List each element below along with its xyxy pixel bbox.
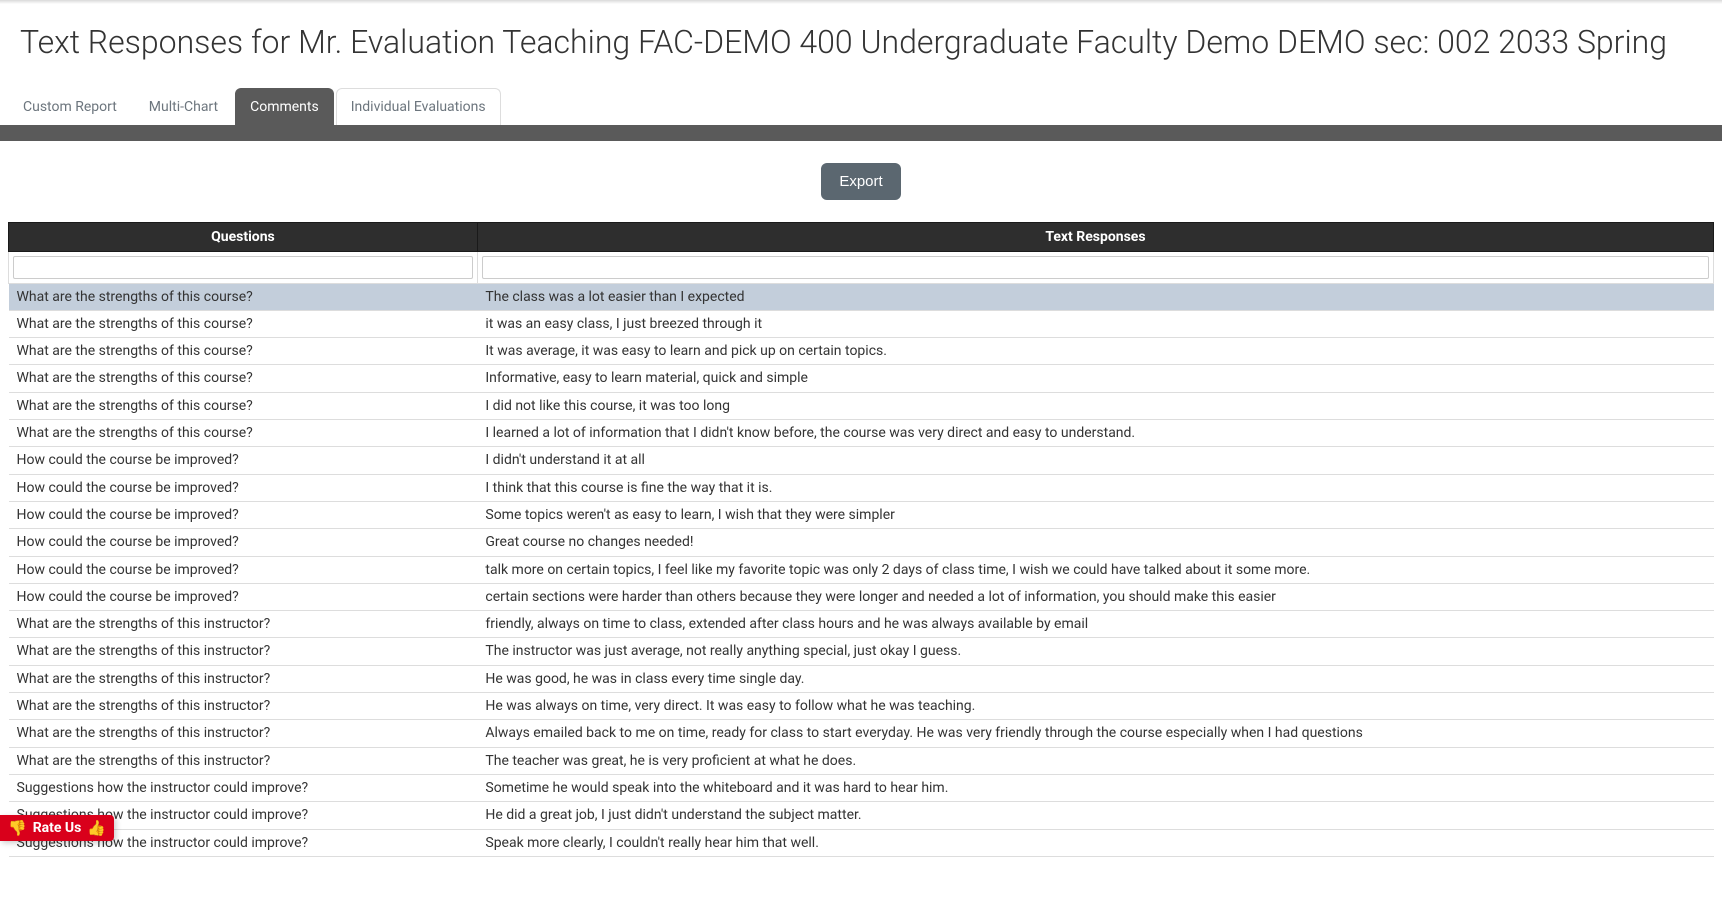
question-cell: What are the strengths of this instructo… <box>9 638 478 665</box>
question-cell: What are the strengths of this instructo… <box>9 665 478 692</box>
response-cell: I learned a lot of information that I di… <box>477 420 1713 447</box>
question-cell: What are the strengths of this course? <box>9 338 478 365</box>
header-questions[interactable]: Questions <box>9 222 478 251</box>
tab-underline-bar <box>0 125 1722 141</box>
question-cell: What are the strengths of this instructo… <box>9 720 478 747</box>
response-cell: Informative, easy to learn material, qui… <box>477 365 1713 392</box>
table-row[interactable]: Suggestions how the instructor could imp… <box>9 829 1714 856</box>
response-cell: He did a great job, I just didn't unders… <box>477 802 1713 829</box>
table-row[interactable]: What are the strengths of this instructo… <box>9 693 1714 720</box>
question-cell: Suggestions how the instructor could imp… <box>9 774 478 801</box>
table-row[interactable]: What are the strengths of this course?it… <box>9 310 1714 337</box>
response-cell: certain sections were harder than others… <box>477 583 1713 610</box>
table-row[interactable]: What are the strengths of this instructo… <box>9 747 1714 774</box>
response-cell: Sometime he would speak into the whitebo… <box>477 774 1713 801</box>
table-row[interactable]: How could the course be improved?certain… <box>9 583 1714 610</box>
table-row[interactable]: What are the strengths of this instructo… <box>9 638 1714 665</box>
response-cell: He was good, he was in class every time … <box>477 665 1713 692</box>
tab-comments[interactable]: Comments <box>235 88 334 125</box>
filter-questions-input[interactable] <box>13 256 473 279</box>
question-cell: How could the course be improved? <box>9 501 478 528</box>
response-cell: Always emailed back to me on time, ready… <box>477 720 1713 747</box>
response-cell: The instructor was just average, not rea… <box>477 638 1713 665</box>
question-cell: How could the course be improved? <box>9 556 478 583</box>
export-button[interactable]: Export <box>821 163 900 200</box>
tabs: Custom Report Multi-Chart Comments Indiv… <box>0 88 1722 125</box>
response-cell: He was always on time, very direct. It w… <box>477 693 1713 720</box>
thumbs-up-icon: 👍 <box>87 819 106 837</box>
response-cell: it was an easy class, I just breezed thr… <box>477 310 1713 337</box>
response-cell: Some topics weren't as easy to learn, I … <box>477 501 1713 528</box>
response-cell: I didn't understand it at all <box>477 447 1713 474</box>
table-row[interactable]: Suggestions how the instructor could imp… <box>9 802 1714 829</box>
table-row[interactable]: What are the strengths of this instructo… <box>9 720 1714 747</box>
table-row[interactable]: What are the strengths of this instructo… <box>9 611 1714 638</box>
question-cell: How could the course be improved? <box>9 447 478 474</box>
responses-table: Questions Text Responses What are the st… <box>8 222 1714 857</box>
table-row[interactable]: How could the course be improved?Great c… <box>9 529 1714 556</box>
response-cell: Speak more clearly, I couldn't really he… <box>477 829 1713 856</box>
question-cell: What are the strengths of this instructo… <box>9 747 478 774</box>
question-cell: What are the strengths of this instructo… <box>9 693 478 720</box>
table-row[interactable]: Suggestions how the instructor could imp… <box>9 774 1714 801</box>
response-cell: I did not like this course, it was too l… <box>477 392 1713 419</box>
table-row[interactable]: How could the course be improved?Some to… <box>9 501 1714 528</box>
filter-responses-input[interactable] <box>482 256 1709 279</box>
question-cell: What are the strengths of this course? <box>9 420 478 447</box>
question-cell: How could the course be improved? <box>9 474 478 501</box>
table-row[interactable]: What are the strengths of this instructo… <box>9 665 1714 692</box>
question-cell: What are the strengths of this instructo… <box>9 611 478 638</box>
question-cell: What are the strengths of this course? <box>9 310 478 337</box>
rate-us-label: Rate Us <box>33 820 82 836</box>
table-row[interactable]: What are the strengths of this course?I … <box>9 420 1714 447</box>
table-row[interactable]: What are the strengths of this course?Th… <box>9 283 1714 310</box>
tab-multi-chart[interactable]: Multi-Chart <box>134 88 233 125</box>
response-cell: Great course no changes needed! <box>477 529 1713 556</box>
thumbs-down-icon: 👎 <box>8 819 27 837</box>
header-responses[interactable]: Text Responses <box>477 222 1713 251</box>
question-cell: What are the strengths of this course? <box>9 283 478 310</box>
table-row[interactable]: What are the strengths of this course?In… <box>9 365 1714 392</box>
rate-us-button[interactable]: 👎 Rate Us 👍 <box>0 815 114 841</box>
response-cell: It was average, it was easy to learn and… <box>477 338 1713 365</box>
response-cell: friendly, always on time to class, exten… <box>477 611 1713 638</box>
question-cell: What are the strengths of this course? <box>9 365 478 392</box>
question-cell: How could the course be improved? <box>9 529 478 556</box>
response-cell: I think that this course is fine the way… <box>477 474 1713 501</box>
response-cell: The teacher was great, he is very profic… <box>477 747 1713 774</box>
table-row[interactable]: What are the strengths of this course?I … <box>9 392 1714 419</box>
question-cell: How could the course be improved? <box>9 583 478 610</box>
tab-custom-report[interactable]: Custom Report <box>8 88 132 125</box>
table-row[interactable]: How could the course be improved?I think… <box>9 474 1714 501</box>
response-cell: The class was a lot easier than I expect… <box>477 283 1713 310</box>
response-cell: talk more on certain topics, I feel like… <box>477 556 1713 583</box>
page-title: Text Responses for Mr. Evaluation Teachi… <box>0 4 1722 88</box>
table-row[interactable]: How could the course be improved?I didn'… <box>9 447 1714 474</box>
question-cell: What are the strengths of this course? <box>9 392 478 419</box>
table-row[interactable]: How could the course be improved?talk mo… <box>9 556 1714 583</box>
tab-individual-evaluations[interactable]: Individual Evaluations <box>336 88 501 125</box>
table-row[interactable]: What are the strengths of this course?It… <box>9 338 1714 365</box>
